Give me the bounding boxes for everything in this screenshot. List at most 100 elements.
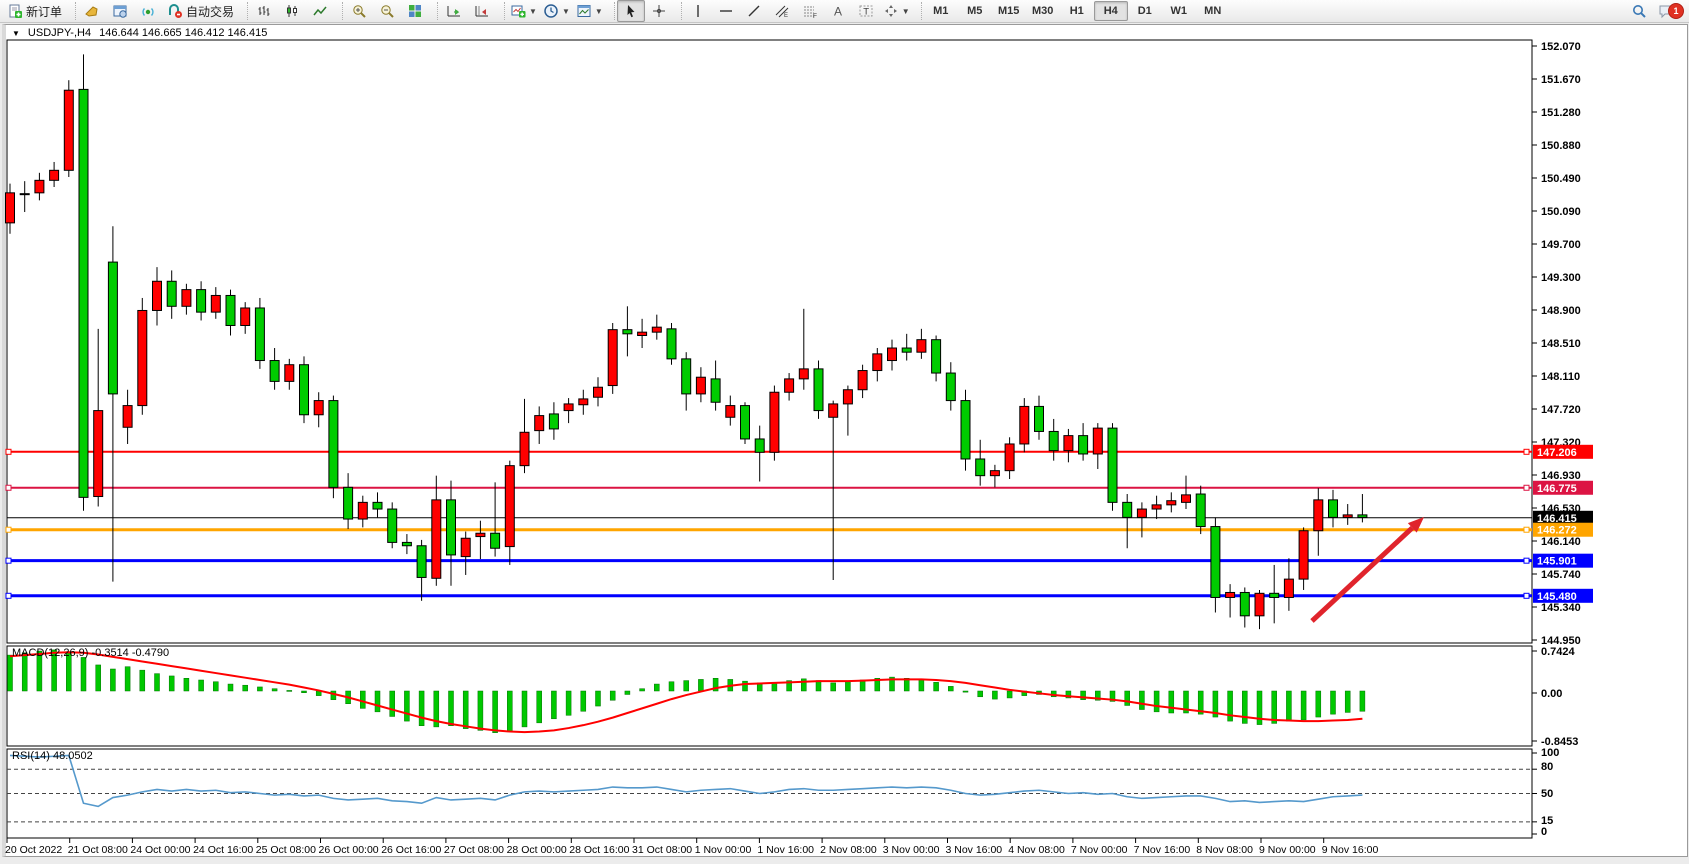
timeframe-button-W1[interactable]: W1 bbox=[1162, 1, 1196, 21]
notifications-button[interactable]: 1 bbox=[1653, 0, 1681, 22]
trendline-tool-button[interactable] bbox=[740, 0, 768, 22]
chart-canvas[interactable]: 152.070151.670151.280150.880150.490150.0… bbox=[0, 0, 1689, 864]
bar-chart-button[interactable] bbox=[250, 0, 278, 22]
macd-histogram-bar bbox=[287, 690, 292, 691]
macd-histogram-bar bbox=[551, 691, 556, 719]
macd-histogram-bar bbox=[581, 691, 586, 711]
price-axis-label: 152.070 bbox=[1541, 41, 1581, 53]
search-button[interactable] bbox=[1625, 0, 1653, 22]
time-axis-label: 8 Nov 08:00 bbox=[1196, 844, 1253, 856]
macd-histogram-bar bbox=[698, 679, 703, 691]
macd-histogram-bar bbox=[596, 691, 601, 706]
macd-histogram-bar bbox=[684, 681, 689, 691]
timeframe-button-H1[interactable]: H1 bbox=[1060, 1, 1094, 21]
toolbar-separator bbox=[608, 2, 615, 20]
crosshair-tool-button[interactable] bbox=[645, 0, 673, 22]
time-axis-label: 31 Oct 08:00 bbox=[632, 844, 692, 856]
candle bbox=[388, 502, 397, 548]
timeframe-button-MN[interactable]: MN bbox=[1196, 1, 1230, 21]
cursor-tool-button[interactable] bbox=[617, 0, 645, 22]
candle bbox=[64, 80, 73, 177]
dropdown-caret-icon: ▼ bbox=[529, 7, 537, 16]
text-icon: A bbox=[830, 3, 846, 19]
candle bbox=[138, 298, 147, 415]
candlestick-chart-icon bbox=[284, 3, 300, 19]
timeframe-button-M30[interactable]: M30 bbox=[1026, 1, 1060, 21]
time-axis-label: 7 Nov 16:00 bbox=[1134, 844, 1191, 856]
auto-trading-icon bbox=[167, 3, 183, 19]
macd-histogram-bar bbox=[860, 680, 865, 691]
chart-ohlc-values: 146.644 146.665 146.412 146.415 bbox=[99, 27, 267, 39]
timeframe-button-M1[interactable]: M1 bbox=[924, 1, 958, 21]
auto-scroll-button[interactable] bbox=[440, 0, 468, 22]
horizontal-line-tool-button[interactable] bbox=[712, 0, 740, 22]
text-label-tool-button[interactable]: T bbox=[852, 0, 880, 22]
fibonacci-tool-button[interactable]: F bbox=[796, 0, 824, 22]
price-axis-label: 150.490 bbox=[1541, 173, 1581, 185]
macd-histogram-bar bbox=[743, 681, 748, 691]
macd-axis-label: 0.7424 bbox=[1541, 646, 1576, 658]
macd-histogram-bar bbox=[390, 691, 395, 716]
timeframe-button-H4[interactable]: H4 bbox=[1094, 1, 1128, 21]
svg-text:E: E bbox=[784, 13, 788, 19]
new-order-icon bbox=[7, 3, 23, 19]
market-watch-icon bbox=[112, 3, 128, 19]
price-axis-label: 148.510 bbox=[1541, 338, 1581, 350]
period-dropdown[interactable]: ▼ bbox=[540, 0, 573, 22]
rsi-axis-label: 80 bbox=[1541, 761, 1553, 773]
text-tool-button[interactable]: A bbox=[824, 0, 852, 22]
macd-histogram-bar bbox=[404, 691, 409, 721]
timeframe-button-D1[interactable]: D1 bbox=[1128, 1, 1162, 21]
timeframe-group: M1M5M15M30H1H4D1W1MN bbox=[924, 1, 1230, 21]
timeframe-button-M15[interactable]: M15 bbox=[992, 1, 1026, 21]
time-axis-label: 1 Nov 16:00 bbox=[757, 844, 814, 856]
cursor-icon bbox=[623, 3, 639, 19]
chart-profile-button[interactable] bbox=[78, 0, 106, 22]
price-axis-label: 146.140 bbox=[1541, 536, 1581, 548]
toolbar-separator bbox=[431, 2, 438, 20]
application-window: 新订单 自动交易 bbox=[0, 0, 1689, 864]
candle bbox=[667, 323, 676, 365]
candle bbox=[961, 390, 970, 471]
rsi-axis-label: 50 bbox=[1541, 788, 1553, 800]
candle bbox=[741, 402, 750, 444]
zoom-out-button[interactable] bbox=[373, 0, 401, 22]
tile-windows-button[interactable] bbox=[401, 0, 429, 22]
template-dropdown[interactable]: ▼ bbox=[573, 0, 606, 22]
arrows-tool-dropdown[interactable]: ▼ bbox=[880, 0, 913, 22]
macd-histogram-bar bbox=[1169, 691, 1174, 713]
new-order-button[interactable]: 新订单 bbox=[2, 0, 67, 22]
macd-histogram-bar bbox=[625, 691, 630, 694]
signals-button[interactable] bbox=[134, 0, 162, 22]
rsi-axis-label: 100 bbox=[1541, 747, 1559, 759]
time-axis-label: 20 Oct 2022 bbox=[5, 844, 62, 856]
auto-trading-button[interactable]: 自动交易 bbox=[162, 0, 239, 22]
macd-histogram-bar bbox=[110, 669, 115, 691]
macd-histogram-bar bbox=[375, 691, 380, 712]
time-axis-label: 2 Nov 08:00 bbox=[820, 844, 877, 856]
macd-histogram-bar bbox=[155, 674, 160, 691]
equidistant-channel-tool-button[interactable]: E bbox=[768, 0, 796, 22]
candlestick-chart-button[interactable] bbox=[278, 0, 306, 22]
macd-histogram-bar bbox=[360, 691, 365, 708]
vertical-line-tool-button[interactable] bbox=[684, 0, 712, 22]
new-chart-dropdown[interactable]: ▼ bbox=[507, 0, 540, 22]
market-watch-button[interactable] bbox=[106, 0, 134, 22]
timeframe-button-M5[interactable]: M5 bbox=[958, 1, 992, 21]
macd-histogram-bar bbox=[801, 679, 806, 691]
macd-axis-label: 0.00 bbox=[1541, 688, 1562, 700]
chart-shift-button[interactable] bbox=[468, 0, 496, 22]
time-axis-label: 26 Oct 16:00 bbox=[381, 844, 441, 856]
time-axis-label: 25 Oct 08:00 bbox=[256, 844, 316, 856]
zoom-in-button[interactable] bbox=[345, 0, 373, 22]
macd-histogram-bar bbox=[199, 680, 204, 691]
candle bbox=[1020, 398, 1029, 452]
macd-histogram-bar bbox=[463, 691, 468, 729]
macd-histogram-bar bbox=[228, 684, 233, 691]
macd-histogram-bar bbox=[125, 667, 130, 691]
line-chart-button[interactable] bbox=[306, 0, 334, 22]
toolbar-separator bbox=[336, 2, 343, 20]
chart-dropdown-icon[interactable]: ▼ bbox=[12, 29, 20, 38]
main-toolbar: 新订单 自动交易 bbox=[0, 0, 1689, 23]
macd-panel-label: MACD(12,26,9) -0.3514 -0.4790 bbox=[12, 647, 169, 659]
